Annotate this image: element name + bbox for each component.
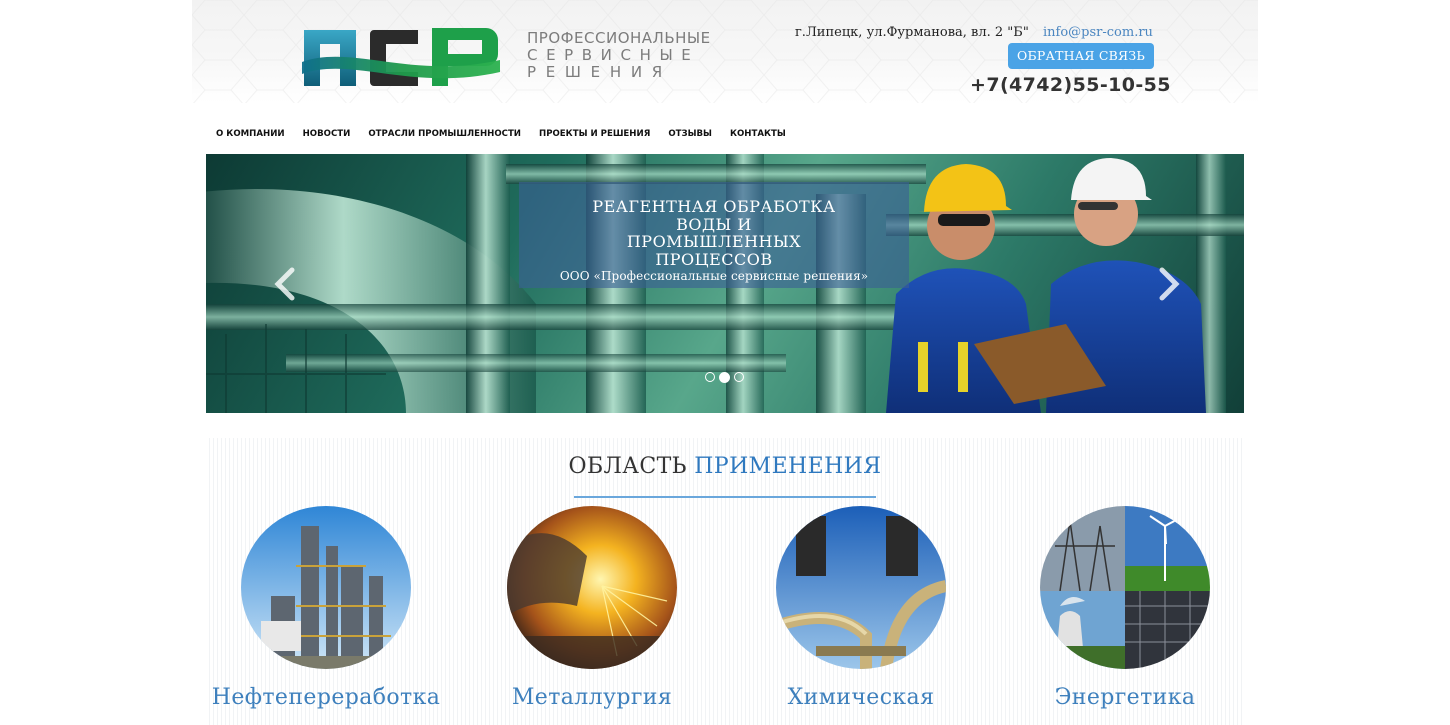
tagline-line-3: РЕШЕНИЯ xyxy=(527,63,672,81)
tagline-line-1: ПРОФЕССИОНАЛЬНЫЕ xyxy=(527,29,711,47)
section-title-part2: ПРИМЕНЕНИЯ xyxy=(694,454,882,479)
application-card-oil[interactable]: Нефтепереработка xyxy=(196,506,456,710)
refinery-image[interactable] xyxy=(241,506,411,669)
chevron-left-icon[interactable] xyxy=(270,264,300,304)
slide-dot-2[interactable] xyxy=(719,372,730,383)
slide-caption: РЕАГЕНТНАЯ ОБРАБОТКА ВОДЫ И ПРОМЫШЛЕННЫХ… xyxy=(519,182,909,288)
company-address: г.Липецк, ул.Фурманова, вл. 2 "Б" xyxy=(795,25,1029,40)
application-label-chem[interactable]: Химическая xyxy=(731,685,991,710)
company-logo[interactable] xyxy=(302,22,500,88)
nav-item-reviews[interactable]: ОТЗЫВЫ xyxy=(668,129,712,139)
application-label-oil[interactable]: Нефтепереработка xyxy=(196,685,456,710)
nav-item-about[interactable]: О КОМПАНИИ xyxy=(216,129,285,139)
application-card-chem[interactable]: Химическая xyxy=(731,506,991,710)
hero-slider[interactable]: РЕАГЕНТНАЯ ОБРАБОТКА ВОДЫ И ПРОМЫШЛЕННЫХ… xyxy=(206,154,1244,413)
section-title: ОБЛАСТЬ ПРИМЕНЕНИЯ xyxy=(206,454,1244,479)
metallurgy-image[interactable] xyxy=(507,506,677,669)
nav-item-projects[interactable]: ПРОЕКТЫ И РЕШЕНИЯ xyxy=(539,129,650,139)
email-link[interactable]: info@psr-com.ru xyxy=(1043,25,1153,40)
chemical-plant-image[interactable] xyxy=(776,506,946,669)
application-label-energy[interactable]: Энергетика xyxy=(995,685,1255,710)
application-card-energy[interactable]: Энергетика xyxy=(995,506,1255,710)
nav-item-industries[interactable]: ОТРАСЛИ ПРОМЫШЛЕННОСТИ xyxy=(368,129,521,139)
tagline-line-2: СЕРВИСНЫЕ xyxy=(527,46,700,64)
slider-pagination xyxy=(705,372,744,383)
title-underline xyxy=(574,496,876,498)
slide-dot-1[interactable] xyxy=(705,372,715,382)
nav-item-news[interactable]: НОВОСТИ xyxy=(303,129,351,139)
nav-item-contacts[interactable]: КОНТАКТЫ xyxy=(730,129,786,139)
section-title-part1: ОБЛАСТЬ xyxy=(568,454,687,479)
feedback-button[interactable]: ОБРАТНАЯ СВЯЗЬ xyxy=(1008,43,1154,69)
energy-collage-image[interactable] xyxy=(1040,506,1210,669)
site-header: ПРОФЕССИОНАЛЬНЫЕ СЕРВИСНЫЕ РЕШЕНИЯ г.Лип… xyxy=(192,0,1258,103)
slide-dot-3[interactable] xyxy=(734,372,744,382)
phone-number: +7(4742)55-10-55 xyxy=(970,74,1171,96)
application-card-metal[interactable]: Металлургия xyxy=(462,506,722,710)
logo-tagline: ПРОФЕССИОНАЛЬНЫЕ СЕРВИСНЫЕ РЕШЕНИЯ xyxy=(527,30,711,81)
application-label-metal[interactable]: Металлургия xyxy=(462,685,722,710)
slide-title: РЕАГЕНТНАЯ ОБРАБОТКА ВОДЫ И ПРОМЫШЛЕННЫХ… xyxy=(592,197,836,269)
slide-subtitle: ООО «Профессиональные сервисные решения» xyxy=(559,269,869,283)
applications-section: ОБЛАСТЬ ПРИМЕНЕНИЯ Нефтепереработка Мета… xyxy=(206,438,1244,725)
main-nav: О КОМПАНИИ НОВОСТИ ОТРАСЛИ ПРОМЫШЛЕННОСТ… xyxy=(216,129,786,139)
chevron-right-icon[interactable] xyxy=(1154,264,1184,304)
